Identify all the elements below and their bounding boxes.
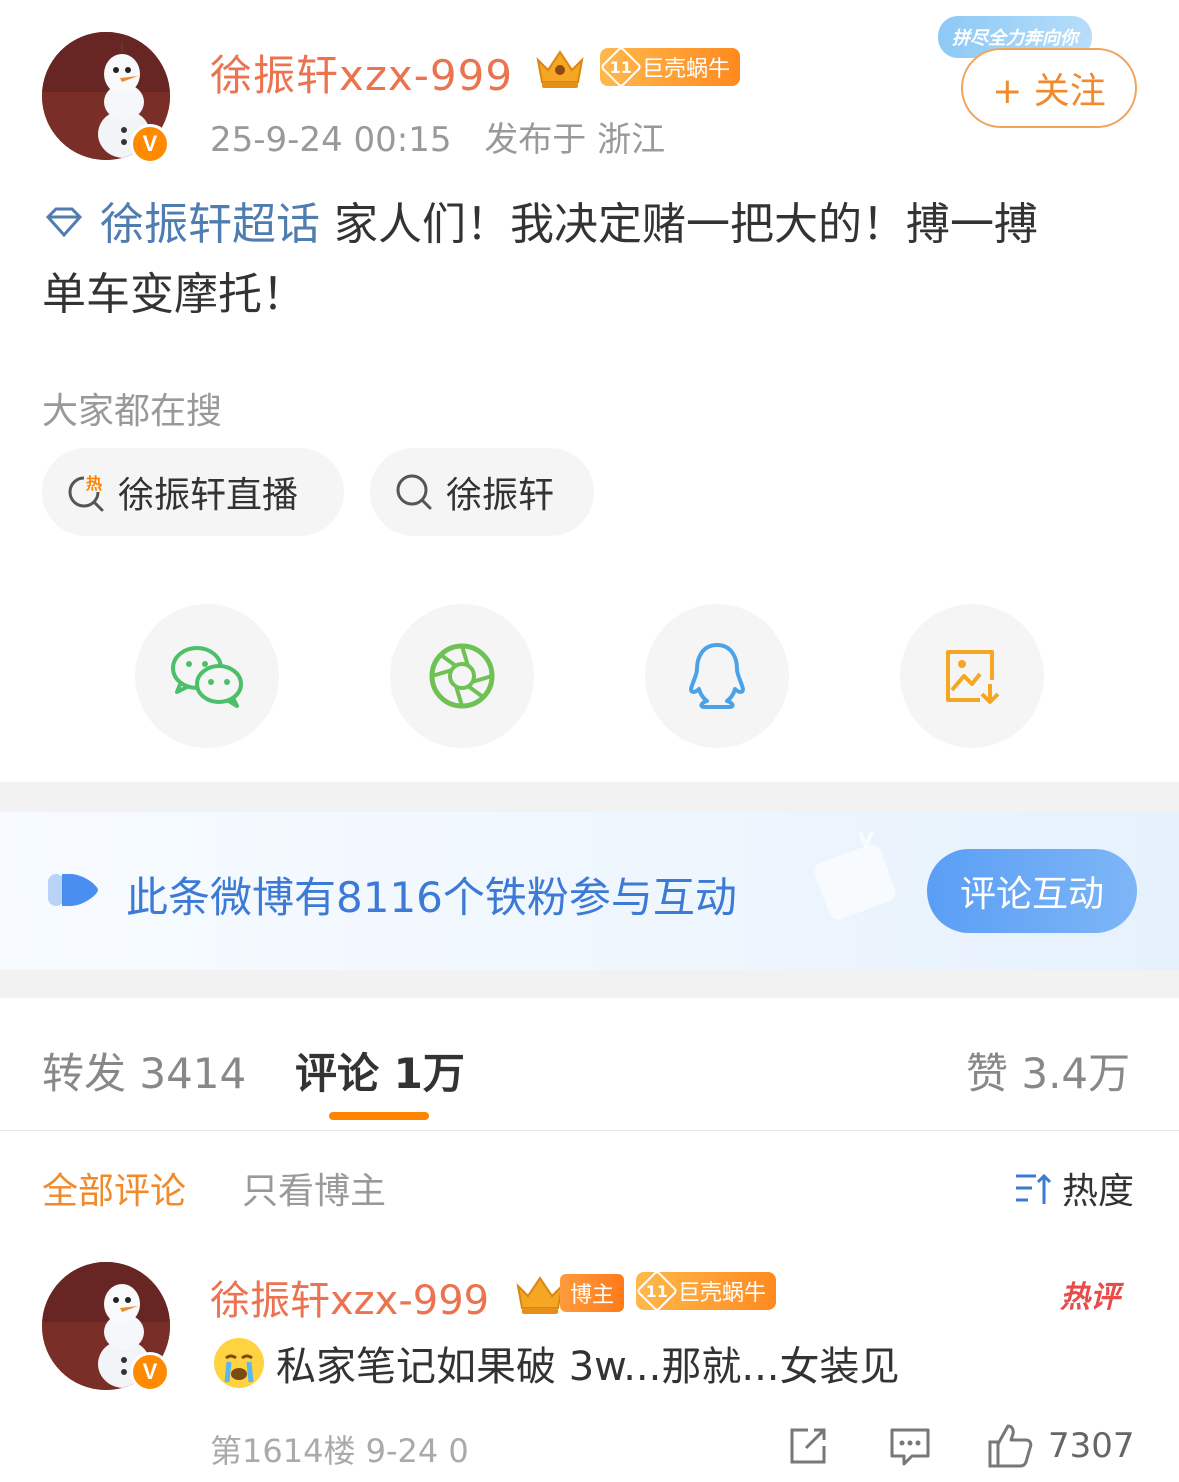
- filter-author-only[interactable]: 只看博主: [242, 1162, 386, 1214]
- search-section-label: 大家都在搜: [42, 391, 223, 432]
- verified-badge-icon: V: [130, 124, 170, 164]
- author-name[interactable]: 徐振轩xzx-999: [210, 42, 513, 103]
- repost-icon[interactable]: [786, 1424, 830, 1468]
- comment-floor-meta: 第1614楼 9-24 0: [210, 1432, 469, 1470]
- sort-icon: [1016, 1173, 1052, 1204]
- follow-button[interactable]: + 关注: [961, 48, 1137, 128]
- post-text-line1: 家人们！我决定赌一把大的！搏一搏: [334, 199, 1038, 250]
- section-separator: [0, 782, 1179, 812]
- sort-toggle[interactable]: 热度: [1012, 1162, 1134, 1214]
- moments-icon: [429, 643, 495, 709]
- tab-comments[interactable]: 评论 1万: [295, 1040, 465, 1101]
- search-chip-hot-label: 徐振轩直播: [118, 475, 299, 516]
- comment-level-title: 巨壳蜗牛: [678, 1281, 767, 1306]
- svg-text:热: 热: [86, 474, 102, 493]
- save-image-button[interactable]: [900, 604, 1044, 748]
- comment-crown-icon: [514, 1272, 564, 1316]
- comment-verified-badge-icon: V: [130, 1352, 170, 1392]
- hot-comment-tag: 热评: [1060, 1280, 1120, 1315]
- comment-author-name[interactable]: 徐振轩xzx-999: [210, 1268, 489, 1326]
- like-button[interactable]: 7307: [986, 1422, 1135, 1470]
- banner-decoration-icon: [814, 831, 896, 920]
- search-chip[interactable]: 徐振轩: [370, 448, 594, 536]
- comment-interact-button[interactable]: 评论互动: [927, 849, 1137, 933]
- post-text-line2: 单车变摩托！: [42, 269, 306, 320]
- search-icon: [396, 474, 432, 510]
- search-chip-hot[interactable]: 热 徐振轩直播: [42, 448, 344, 536]
- filter-all-comments[interactable]: 全部评论: [42, 1162, 186, 1214]
- comment-text-content: 私家笔记如果破 3w...那就...女装见: [276, 1344, 900, 1390]
- comment-text: 私家笔记如果破 3w...那就...女装见: [214, 1334, 900, 1392]
- section-separator-2: [0, 970, 1179, 998]
- qq-icon: [689, 643, 745, 709]
- level-title: 巨壳蜗牛: [642, 57, 731, 82]
- tabs-divider: [0, 1130, 1179, 1131]
- sort-label: 热度: [1062, 1171, 1135, 1212]
- reply-icon[interactable]: [888, 1424, 932, 1468]
- crying-emoji-icon: [214, 1338, 264, 1388]
- tab-repost[interactable]: 转发 3414: [42, 1040, 246, 1101]
- search-chip-label: 徐振轩: [446, 475, 555, 516]
- blogger-badge: 博主: [560, 1274, 625, 1312]
- share-wechat-button[interactable]: [135, 604, 279, 748]
- save-image-icon: [946, 650, 1000, 704]
- play-icon: [48, 874, 98, 906]
- comment-level-badge[interactable]: 11 巨壳蜗牛: [635, 1269, 777, 1313]
- fans-interaction-banner[interactable]: 此条微博有8116个铁粉参与互动 评论互动: [0, 812, 1179, 970]
- post-location: 发布于 浙江: [484, 120, 666, 160]
- post-timestamp: 25-9-24 00:15: [210, 120, 452, 160]
- share-qq-button[interactable]: [645, 604, 789, 748]
- share-moments-button[interactable]: [390, 604, 534, 748]
- tab-active-indicator: [329, 1112, 429, 1120]
- post-text: 徐振轩超话 家人们！我决定赌一把大的！搏一搏 单车变摩托！: [42, 190, 1142, 330]
- crown-icon: [534, 46, 584, 90]
- level-diamond-icon: 11: [599, 45, 643, 89]
- topic-link[interactable]: 徐振轩超话: [100, 199, 320, 250]
- fans-banner-text: 此条微博有8116个铁粉参与互动: [126, 873, 737, 922]
- tab-likes[interactable]: 赞 3.4万: [966, 1040, 1130, 1101]
- wechat-icon: [171, 646, 243, 708]
- level-diamond-icon: 11: [635, 1269, 679, 1313]
- topic-icon: [42, 199, 100, 250]
- thumbs-up-icon: [988, 1424, 1033, 1468]
- hot-search-icon: 热: [68, 472, 106, 512]
- like-count: 7307: [1048, 1426, 1135, 1466]
- level-badge[interactable]: 11 巨壳蜗牛: [599, 45, 741, 89]
- post-meta: 25-9-24 00:15 发布于 浙江: [210, 112, 665, 161]
